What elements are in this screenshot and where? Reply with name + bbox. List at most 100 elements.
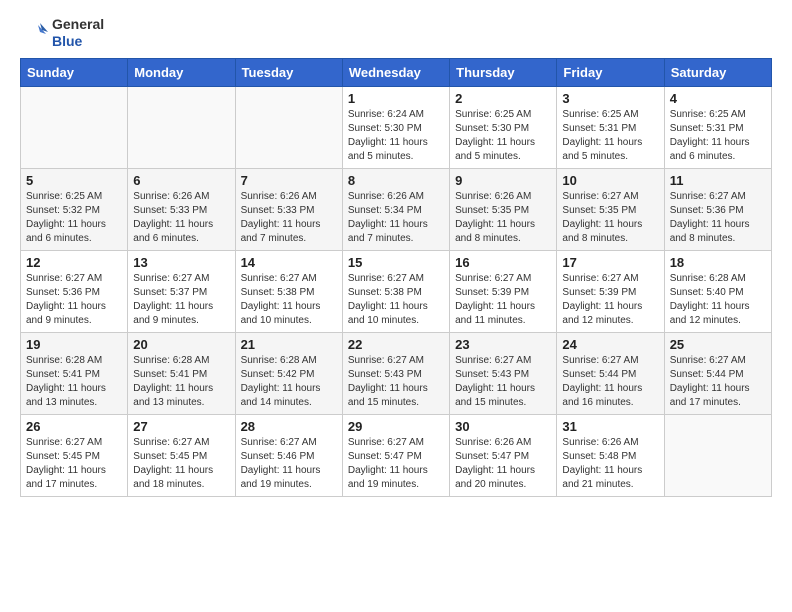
day-number: 13 [133, 255, 229, 270]
logo-text: General Blue [52, 16, 104, 50]
calendar-cell: 11 Sunrise: 6:27 AM Sunset: 5:36 PM Dayli… [664, 168, 771, 250]
calendar-cell: 17Sunrise: 6:27 AM Sunset: 5:39 PM Dayli… [557, 250, 664, 332]
day-info: Sunrise: 6:26 AM Sunset: 5:34 PM Dayligh… [348, 190, 444, 246]
day-info: Sunrise: 6:28 AM Sunset: 5:42 PM Dayligh… [241, 354, 337, 410]
day-info: Sunrise: 6:25 AM Sunset: 5:31 PM Dayligh… [670, 108, 766, 164]
day-number: 22 [348, 337, 444, 352]
day-number: 18 [670, 255, 766, 270]
calendar-cell: 20 Sunrise: 6:28 AM Sunset: 5:41 PM Dayli… [128, 332, 235, 414]
col-header-saturday: Saturday [664, 58, 771, 86]
day-info: Sunrise: 6:27 AM Sunset: 5:37 PM Dayligh… [133, 272, 229, 328]
day-info: Sunrise: 6:27 AM Sunset: 5:36 PM Dayligh… [26, 272, 122, 328]
col-header-sunday: Sunday [21, 58, 128, 86]
day-number: 21 [241, 337, 337, 352]
day-info: Sunrise: 6:26 AM Sunset: 5:35 PM Dayligh… [455, 190, 551, 246]
calendar-cell: 1 Sunrise: 6:24 AM Sunset: 5:30 PM Daylig… [342, 86, 449, 168]
calendar-cell: 9Sunrise: 6:26 AM Sunset: 5:35 PM Daylig… [450, 168, 557, 250]
day-number: 7 [241, 173, 337, 188]
day-info: Sunrise: 6:28 AM Sunset: 5:40 PM Dayligh… [670, 272, 766, 328]
day-info: Sunrise: 6:27 AM Sunset: 5:44 PM Dayligh… [670, 354, 766, 410]
day-info: Sunrise: 6:27 AM Sunset: 5:39 PM Dayligh… [455, 272, 551, 328]
day-info: Sunrise: 6:28 AM Sunset: 5:41 PM Dayligh… [26, 354, 122, 410]
day-number: 27 [133, 419, 229, 434]
calendar-cell: 2 Sunrise: 6:25 AM Sunset: 5:30 PM Daylig… [450, 86, 557, 168]
calendar-cell: 7 Sunrise: 6:26 AM Sunset: 5:33 PM Daylig… [235, 168, 342, 250]
day-number: 23 [455, 337, 551, 352]
calendar-cell: 23Sunrise: 6:27 AM Sunset: 5:43 PM Dayli… [450, 332, 557, 414]
day-info: Sunrise: 6:27 AM Sunset: 5:38 PM Dayligh… [348, 272, 444, 328]
day-number: 1 [348, 91, 444, 106]
day-info: Sunrise: 6:27 AM Sunset: 5:35 PM Dayligh… [562, 190, 658, 246]
day-number: 20 [133, 337, 229, 352]
calendar-cell: 27 Sunrise: 6:27 AM Sunset: 5:45 PM Dayli… [128, 414, 235, 496]
day-info: Sunrise: 6:28 AM Sunset: 5:41 PM Dayligh… [133, 354, 229, 410]
day-info: Sunrise: 6:25 AM Sunset: 5:30 PM Dayligh… [455, 108, 551, 164]
day-info: Sunrise: 6:27 AM Sunset: 5:38 PM Dayligh… [241, 272, 337, 328]
calendar-cell: 30 Sunrise: 6:26 AM Sunset: 5:47 PM Dayli… [450, 414, 557, 496]
day-info: Sunrise: 6:26 AM Sunset: 5:48 PM Dayligh… [562, 436, 658, 492]
calendar-week-row: 12 Sunrise: 6:27 AM Sunset: 5:36 PM Dayli… [21, 250, 772, 332]
day-info: Sunrise: 6:25 AM Sunset: 5:31 PM Dayligh… [562, 108, 658, 164]
calendar-cell: 22 Sunrise: 6:27 AM Sunset: 5:43 PM Dayli… [342, 332, 449, 414]
day-number: 29 [348, 419, 444, 434]
day-number: 14 [241, 255, 337, 270]
day-info: Sunrise: 6:27 AM Sunset: 5:39 PM Dayligh… [562, 272, 658, 328]
calendar-cell: 21 Sunrise: 6:28 AM Sunset: 5:42 PM Dayli… [235, 332, 342, 414]
calendar-cell [128, 86, 235, 168]
day-info: Sunrise: 6:27 AM Sunset: 5:43 PM Dayligh… [348, 354, 444, 410]
day-number: 15 [348, 255, 444, 270]
calendar-cell: 13 Sunrise: 6:27 AM Sunset: 5:37 PM Dayli… [128, 250, 235, 332]
calendar-header-row: SundayMondayTuesdayWednesdayThursdayFrid… [21, 58, 772, 86]
calendar-cell: 24 Sunrise: 6:27 AM Sunset: 5:44 PM Dayli… [557, 332, 664, 414]
day-number: 24 [562, 337, 658, 352]
calendar-cell: 5Sunrise: 6:25 AM Sunset: 5:32 PM Daylig… [21, 168, 128, 250]
calendar-week-row: 5Sunrise: 6:25 AM Sunset: 5:32 PM Daylig… [21, 168, 772, 250]
calendar-cell: 12 Sunrise: 6:27 AM Sunset: 5:36 PM Dayli… [21, 250, 128, 332]
col-header-wednesday: Wednesday [342, 58, 449, 86]
col-header-friday: Friday [557, 58, 664, 86]
day-number: 25 [670, 337, 766, 352]
day-number: 4 [670, 91, 766, 106]
calendar-cell [235, 86, 342, 168]
day-number: 16 [455, 255, 551, 270]
calendar-cell: 3 Sunrise: 6:25 AM Sunset: 5:31 PM Daylig… [557, 86, 664, 168]
day-info: Sunrise: 6:24 AM Sunset: 5:30 PM Dayligh… [348, 108, 444, 164]
calendar-cell: 28 Sunrise: 6:27 AM Sunset: 5:46 PM Dayli… [235, 414, 342, 496]
calendar-cell [21, 86, 128, 168]
day-number: 2 [455, 91, 551, 106]
day-number: 3 [562, 91, 658, 106]
day-number: 11 [670, 173, 766, 188]
calendar-cell: 6Sunrise: 6:26 AM Sunset: 5:33 PM Daylig… [128, 168, 235, 250]
calendar-cell: 10Sunrise: 6:27 AM Sunset: 5:35 PM Dayli… [557, 168, 664, 250]
col-header-thursday: Thursday [450, 58, 557, 86]
day-info: Sunrise: 6:27 AM Sunset: 5:45 PM Dayligh… [133, 436, 229, 492]
calendar-cell: 25 Sunrise: 6:27 AM Sunset: 5:44 PM Dayli… [664, 332, 771, 414]
day-number: 31 [562, 419, 658, 434]
logo-bird-icon [20, 18, 50, 48]
calendar-cell: 31 Sunrise: 6:26 AM Sunset: 5:48 PM Dayli… [557, 414, 664, 496]
page-header: General Blue [20, 16, 772, 50]
calendar-cell: 8 Sunrise: 6:26 AM Sunset: 5:34 PM Daylig… [342, 168, 449, 250]
day-number: 12 [26, 255, 122, 270]
day-info: Sunrise: 6:27 AM Sunset: 5:45 PM Dayligh… [26, 436, 122, 492]
day-info: Sunrise: 6:26 AM Sunset: 5:47 PM Dayligh… [455, 436, 551, 492]
day-number: 28 [241, 419, 337, 434]
col-header-monday: Monday [128, 58, 235, 86]
day-info: Sunrise: 6:27 AM Sunset: 5:46 PM Dayligh… [241, 436, 337, 492]
calendar-week-row: 26Sunrise: 6:27 AM Sunset: 5:45 PM Dayli… [21, 414, 772, 496]
logo-container: General Blue [20, 16, 104, 50]
day-number: 19 [26, 337, 122, 352]
calendar-cell: 15 Sunrise: 6:27 AM Sunset: 5:38 PM Dayli… [342, 250, 449, 332]
calendar-cell: 14 Sunrise: 6:27 AM Sunset: 5:38 PM Dayli… [235, 250, 342, 332]
day-number: 6 [133, 173, 229, 188]
day-info: Sunrise: 6:27 AM Sunset: 5:36 PM Dayligh… [670, 190, 766, 246]
logo: General Blue [20, 16, 104, 50]
day-number: 30 [455, 419, 551, 434]
col-header-tuesday: Tuesday [235, 58, 342, 86]
day-number: 8 [348, 173, 444, 188]
day-info: Sunrise: 6:26 AM Sunset: 5:33 PM Dayligh… [241, 190, 337, 246]
calendar-week-row: 1 Sunrise: 6:24 AM Sunset: 5:30 PM Daylig… [21, 86, 772, 168]
calendar-cell: 4 Sunrise: 6:25 AM Sunset: 5:31 PM Daylig… [664, 86, 771, 168]
day-info: Sunrise: 6:27 AM Sunset: 5:44 PM Dayligh… [562, 354, 658, 410]
day-number: 5 [26, 173, 122, 188]
